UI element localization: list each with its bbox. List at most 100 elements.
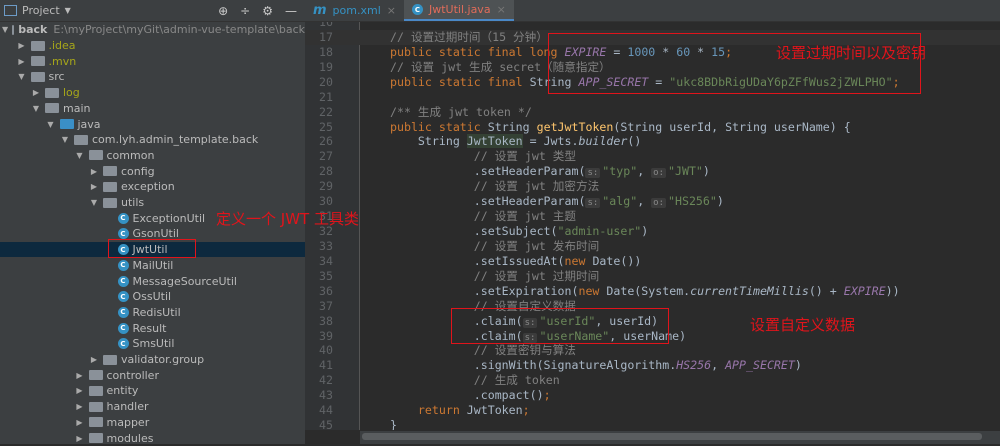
chevron-right-icon[interactable]: ▶: [89, 355, 99, 364]
tab-jwtutil-java[interactable]: C JwtUtil.java ×: [403, 0, 514, 21]
tree-item-controller[interactable]: ▶ controller: [0, 367, 305, 383]
minimize-icon[interactable]: —: [285, 4, 297, 18]
tree-item-com-lyh-admin-template-back[interactable]: ▼ com.lyh.admin_template.back: [0, 132, 305, 148]
chevron-down-icon[interactable]: ▼: [60, 135, 70, 144]
tree-item-java[interactable]: ▼ java: [0, 116, 305, 132]
tree-item-src[interactable]: ▼ src: [0, 69, 305, 85]
chevron-down-icon[interactable]: ▼: [17, 72, 27, 81]
locate-icon[interactable]: ⊕: [218, 4, 228, 18]
chevron-down-icon[interactable]: ▼: [2, 25, 8, 34]
tree-item-redisutil[interactable]: C RedisUtil: [0, 305, 305, 321]
tree-item-entity[interactable]: ▶ entity: [0, 383, 305, 399]
close-icon[interactable]: ×: [497, 3, 506, 16]
scrollbar-thumb[interactable]: [362, 433, 982, 440]
code-token: EXPIRE: [843, 283, 886, 298]
code-line: 27 // 设置 jwt 类型: [305, 149, 1000, 164]
horizontal-scrollbar[interactable]: [360, 431, 1000, 444]
code-token: new: [578, 283, 607, 298]
code-text: .compact();: [390, 388, 551, 403]
tree-item-mailutil[interactable]: C MailUtil: [0, 258, 305, 274]
tree-item-back[interactable]: ▼ back E:\myProject\myGit\admin-vue-templa…: [0, 22, 305, 38]
tree-item-label: validator.group: [121, 353, 205, 367]
code-token: = Jwts.: [522, 134, 579, 149]
class-icon: C: [117, 322, 129, 334]
chevron-right-icon[interactable]: ▶: [89, 167, 99, 176]
tree-item-label: com.lyh.admin_template.back: [92, 133, 259, 147]
chevron-down-icon[interactable]: ▼: [75, 151, 85, 160]
tree-item-label: MessageSourceUtil: [132, 274, 237, 288]
chevron-right-icon[interactable]: ▶: [89, 182, 99, 191]
tree-item-smsutil[interactable]: C SmsUtil: [0, 336, 305, 352]
code-token: .setHeaderParam(: [390, 194, 586, 209]
gear-icon[interactable]: ⚙: [262, 4, 273, 18]
tree-item--mvn[interactable]: ▶ .mvn: [0, 53, 305, 69]
tree-item-log[interactable]: ▶ log: [0, 85, 305, 101]
code-text: String JwtToken = Jwts.builder(): [390, 134, 641, 149]
code-token: "typ": [602, 164, 638, 179]
chevron-right-icon[interactable]: ▶: [17, 57, 27, 66]
close-icon[interactable]: ×: [387, 4, 396, 17]
parameter-hint: o:: [651, 198, 667, 209]
line-number: 40: [319, 343, 333, 358]
code-token: // 设置 jwt 过期时间: [390, 268, 600, 283]
code-token: builder: [578, 134, 628, 149]
chevron-down-icon[interactable]: ▼: [89, 198, 99, 207]
tree-item-result[interactable]: C Result: [0, 320, 305, 336]
chevron-down-icon[interactable]: ▼: [65, 6, 71, 15]
tree-item-label: utils: [121, 196, 145, 210]
tree-item-label: mapper: [106, 415, 150, 429]
code-token: currentTimeMillis: [690, 283, 809, 298]
folder-icon: [45, 103, 59, 114]
code-token: ;: [543, 388, 551, 403]
folder-icon: [30, 71, 45, 82]
line-number: 45: [319, 418, 333, 430]
folder-icon: [30, 40, 45, 51]
line-number: 41: [319, 358, 333, 373]
tree-item--idea[interactable]: ▶ .idea: [0, 38, 305, 54]
parameter-hint: s:: [585, 168, 601, 179]
chevron-right-icon[interactable]: ▶: [75, 434, 85, 443]
code-line: 33 // 设置 jwt 发布时间: [305, 239, 1000, 254]
project-view-selector[interactable]: Project: [22, 4, 60, 17]
tree-item-label: common: [106, 148, 155, 162]
code-token: String: [487, 119, 537, 134]
code-token: ;: [522, 403, 530, 418]
package-icon: [88, 433, 103, 444]
chevron-right-icon[interactable]: ▶: [75, 402, 85, 411]
chevron-right-icon[interactable]: ▶: [75, 418, 85, 427]
tree-item-label: Result: [132, 321, 167, 335]
chevron-right-icon[interactable]: ▶: [31, 88, 41, 97]
tree-item-messagesourceutil[interactable]: C MessageSourceUtil: [0, 273, 305, 289]
tree-item-exception[interactable]: ▶ exception: [0, 179, 305, 195]
folder-icon: [45, 87, 59, 98]
tree-item-mapper[interactable]: ▶ mapper: [0, 415, 305, 431]
tree-item-ossutil[interactable]: C OssUtil: [0, 289, 305, 305]
editor-tabs: m pom.xml × C JwtUtil.java ×: [305, 0, 1000, 22]
tree-item-validator-group[interactable]: ▶ validator.group: [0, 352, 305, 368]
tree-item-label: exception: [121, 180, 175, 194]
tree-item-common[interactable]: ▼ common: [0, 148, 305, 164]
line-number: 17: [319, 29, 333, 44]
code-text: .setExpiration(new Date(System.currentTi…: [390, 284, 900, 299]
chevron-right-icon[interactable]: ▶: [75, 386, 85, 395]
class-icon: C: [117, 291, 129, 303]
code-line: 31 // 设置 jwt 主题: [305, 209, 1000, 224]
tree-item-config[interactable]: ▶ config: [0, 163, 305, 179]
tab-pom-xml[interactable]: m pom.xml ×: [305, 0, 404, 21]
code-text: // 设置密钥与算法: [390, 343, 576, 358]
code-text: .signWith(SignatureAlgorithm.HS256, APP_…: [390, 358, 802, 373]
code-token: ): [641, 224, 649, 239]
tree-item-handler[interactable]: ▶ handler: [0, 399, 305, 415]
chevron-down-icon[interactable]: ▼: [31, 104, 41, 113]
line-number: 18: [319, 44, 333, 59]
tree-item-label: log: [63, 86, 80, 100]
tree-item-main[interactable]: ▼ main: [0, 101, 305, 117]
chevron-right-icon[interactable]: ▶: [75, 371, 85, 380]
chevron-down-icon[interactable]: ▼: [46, 120, 56, 129]
collapse-icon[interactable]: ÷: [240, 4, 250, 18]
code-token: .setHeaderParam(: [390, 164, 586, 179]
tree-item-label: main: [63, 101, 91, 115]
line-number: 36: [319, 283, 333, 298]
chevron-right-icon[interactable]: ▶: [17, 41, 27, 50]
code-token: .compact(): [390, 388, 544, 403]
